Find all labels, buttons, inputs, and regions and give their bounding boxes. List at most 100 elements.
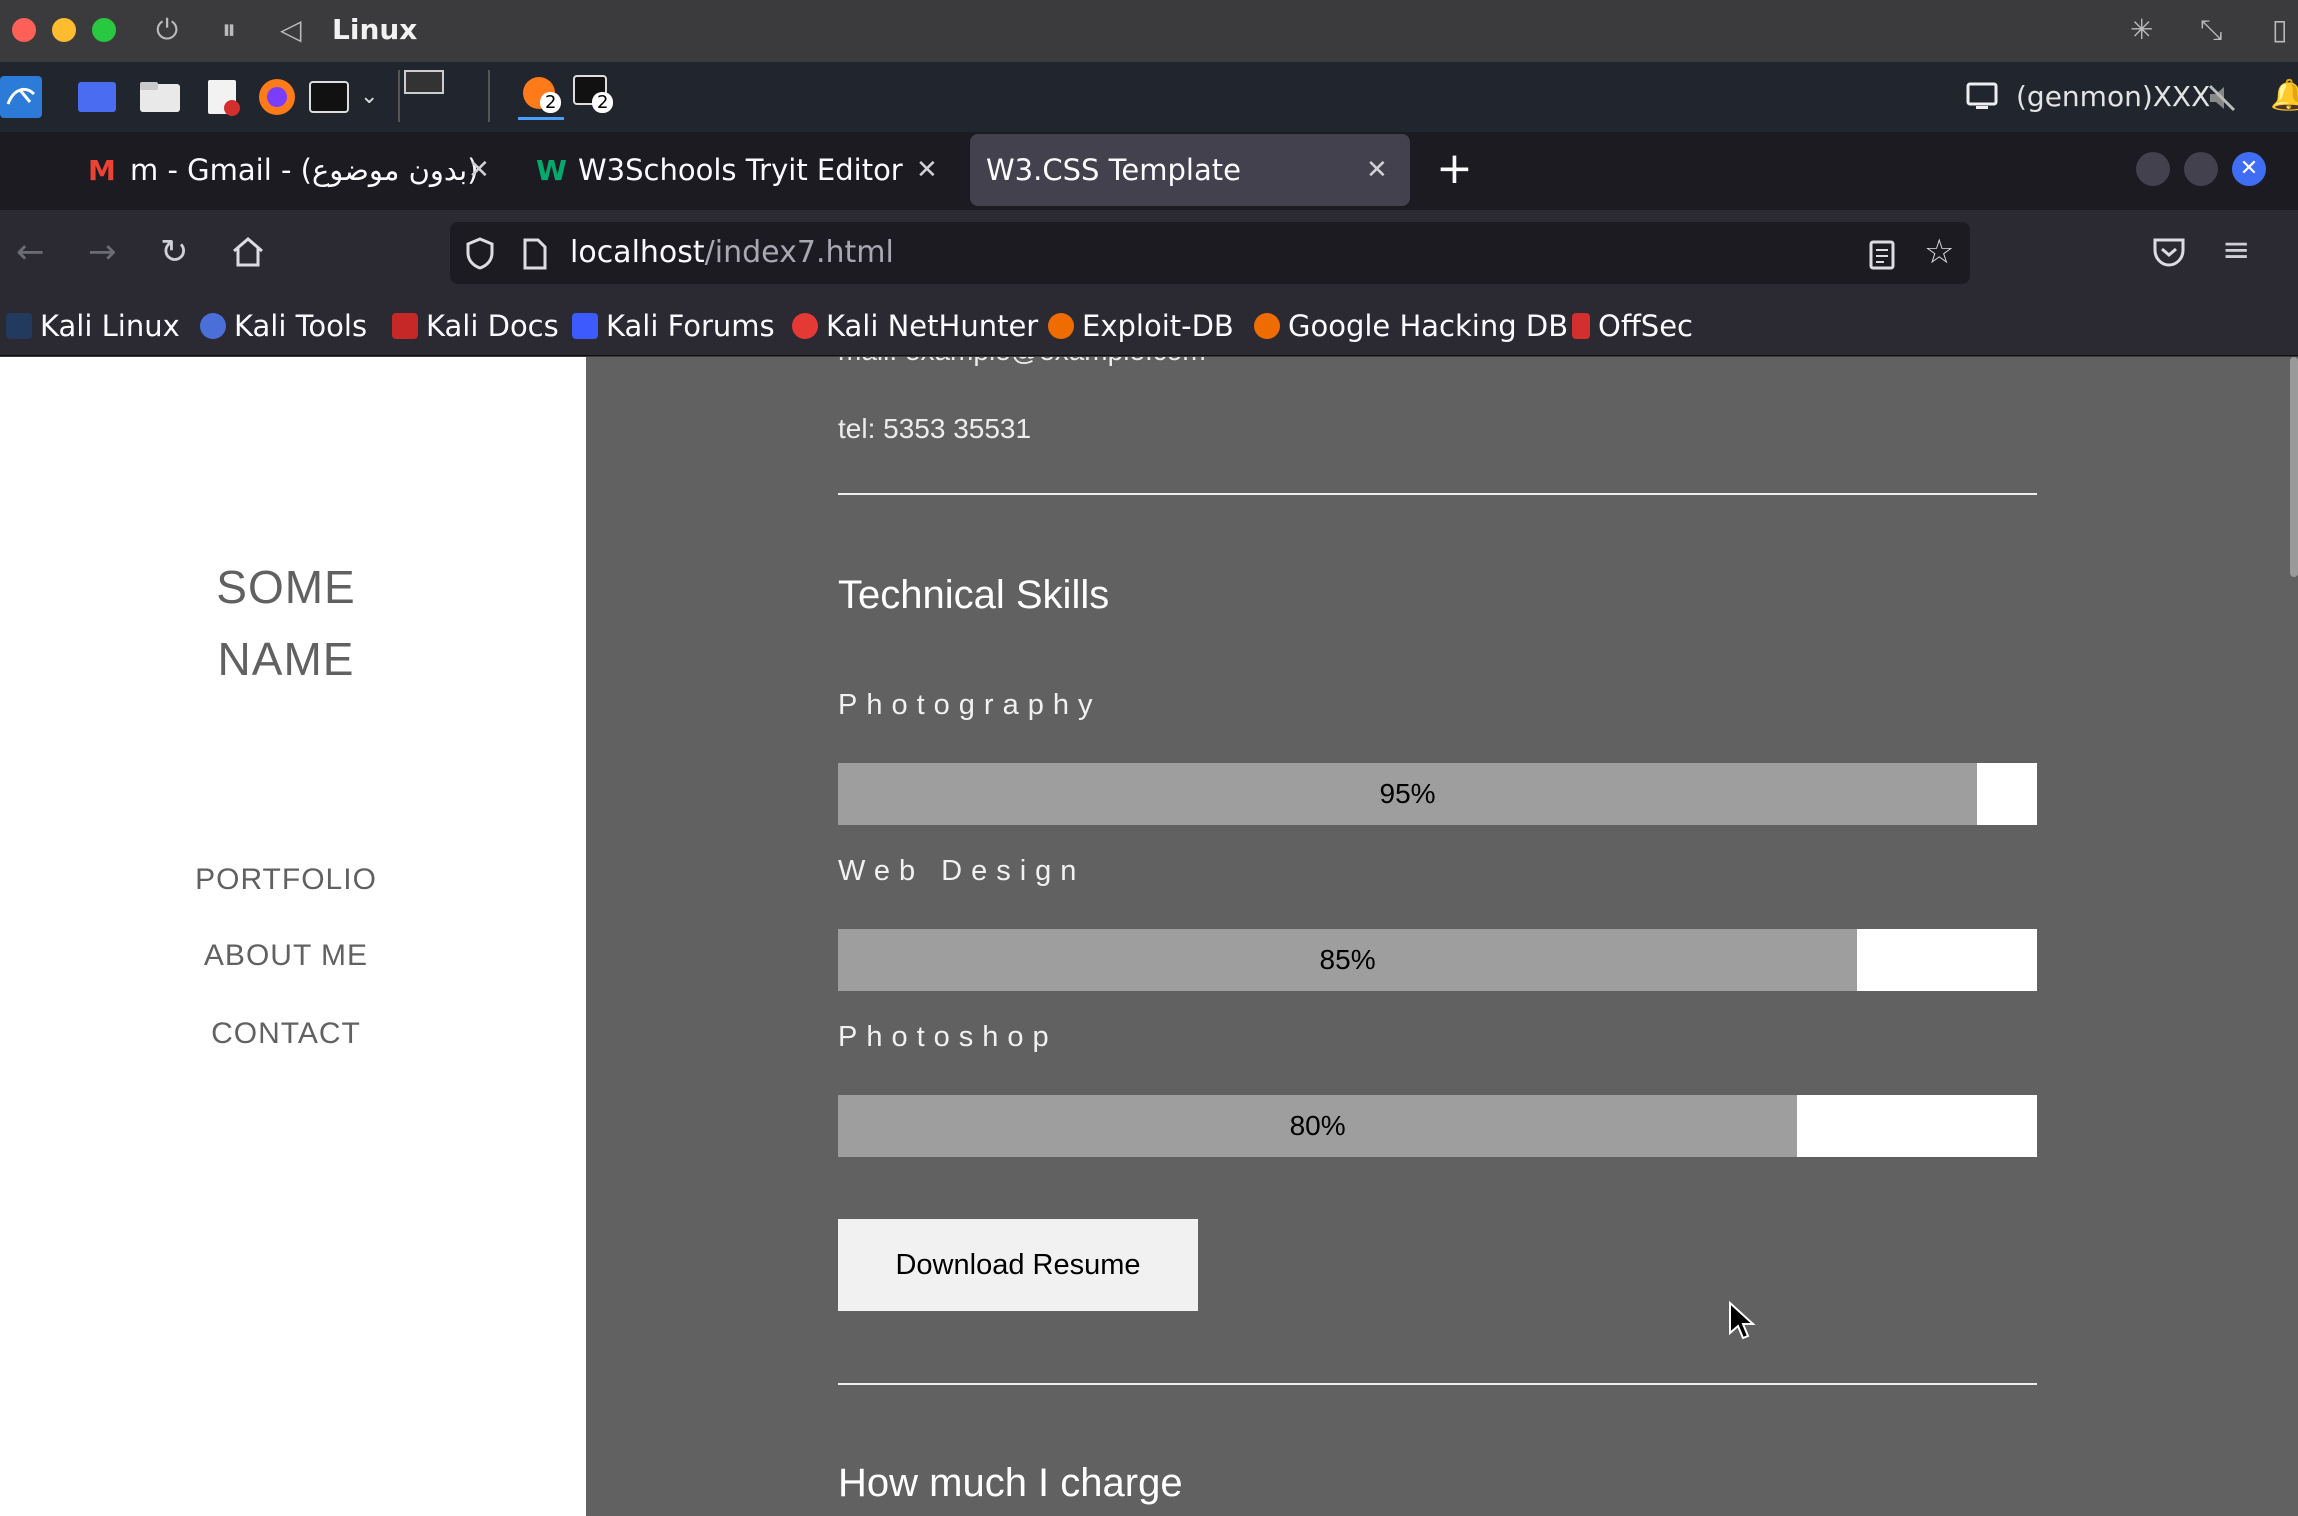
reload-icon[interactable]: ↻ [160,230,189,274]
monitor-icon [1966,82,1998,109]
bookmarks-toolbar: Kali Linux Kali Tools Kali Docs Kali For… [0,296,2298,356]
muted-speaker-icon[interactable] [2206,82,2238,114]
contact-tel: tel: 5353 35531 [838,413,1032,444]
bookmark-exploit-db[interactable]: Exploit-DB [1048,296,1234,356]
skill-label-photography: Photography [838,689,1102,721]
tab-w3css-template[interactable]: W3.CSS Template ✕ [970,134,1410,206]
bookmark-kali-tools[interactable]: Kali Tools [200,296,367,356]
skill-fill-photoshop: 80% [838,1095,1798,1157]
back-triangle-icon[interactable]: ◁ [280,12,302,48]
tab-gmail[interactable]: M m - Gmail - (بدون موضوع) ✕ [78,134,498,206]
bookmark-label: Google Hacking DB [1288,309,1569,343]
bookmark-kali-forums[interactable]: Kali Forums [572,296,775,356]
nav-link-about-me[interactable]: ABOUT ME [0,939,572,973]
window-count-badge: 2 [540,92,562,113]
bookmark-label: Kali NetHunter [826,309,1039,343]
taskbar-firefox[interactable]: 2 [518,72,564,120]
close-browser-button[interactable]: ✕ [2232,152,2266,186]
w3schools-icon: W [536,154,567,187]
site-name-line-2: NAME [217,633,355,685]
kali-dragon-icon [6,313,32,339]
nav-link-portfolio[interactable]: PORTFOLIO [0,863,572,897]
workspace-switcher[interactable] [398,70,490,122]
tab-label: W3Schools Tryit Editor [578,153,903,187]
back-arrow-icon[interactable]: ← [16,230,45,274]
skill-label-web-design: Web Design [838,855,1086,887]
bookmark-offsec[interactable]: OffSec [1572,296,1693,356]
url-host: localhost [570,235,705,270]
site-name: SOME NAME [0,551,572,695]
bookmark-label: OffSec [1598,309,1694,343]
mouse-cursor-icon [1729,1301,1756,1340]
kali-forums-icon [572,313,598,339]
download-resume-button[interactable]: Download Resume [838,1219,1198,1311]
pocket-icon[interactable] [2152,236,2186,268]
shield-icon[interactable] [464,236,496,270]
fullscreen-icon[interactable]: ⤡ [2200,12,2222,48]
bookmark-kali-docs[interactable]: Kali Docs [392,296,559,356]
minimize-window-button[interactable] [52,18,76,42]
taskbar-terminal[interactable]: 2 [572,72,618,120]
reader-view-icon[interactable] [1868,240,1896,270]
skill-label-photoshop: Photoshop [838,1021,1058,1053]
workspace-1[interactable] [404,70,444,94]
home-icon[interactable] [230,234,266,270]
bookmark-label: Kali Tools [234,309,368,343]
text-editor-icon[interactable] [202,76,244,118]
power-icon[interactable]: ⏻ [156,12,178,48]
hamburger-menu-icon[interactable]: ≡ [2222,228,2251,272]
bookmark-label: Kali Forums [606,309,775,343]
nav-link-contact[interactable]: CONTACT [0,1017,572,1051]
web-page: SOME NAME PORTFOLIO ABOUT ME CONTACT mai… [0,357,2298,1516]
minimize-browser-button[interactable] [2136,152,2170,186]
close-tab-icon[interactable]: ✕ [468,134,490,206]
file-manager-icon[interactable] [138,76,182,118]
technical-skills-heading: Technical Skills [838,573,1110,617]
page-scrollbar[interactable] [2290,357,2298,577]
bookmark-label: Exploit-DB [1082,309,1234,343]
kali-menu-icon[interactable] [0,76,42,118]
bookmark-star-icon[interactable]: ☆ [1924,232,1954,272]
skill-fill-photography: 95% [838,763,1978,825]
maximize-browser-button[interactable] [2184,152,2218,186]
bookmark-label: Kali Docs [426,309,559,343]
forward-arrow-icon[interactable]: → [88,230,117,274]
loading-spinner-icon: ✳ [2130,13,2154,46]
window-count-badge: 2 [592,92,614,113]
browser-tab-strip: M m - Gmail - (بدون موضوع) ✕ W W3Schools… [0,132,2298,210]
kali-docs-icon [392,313,418,339]
bookmark-kali-linux[interactable]: Kali Linux [6,296,180,356]
genmon-label: (genmon)XXX [2016,80,2211,113]
bookmark-kali-nethunter[interactable]: Kali NetHunter [792,296,1038,356]
browser-nav-bar: ← → ↻ localhost/index7.html ☆ ≡ [0,210,2298,296]
url-text[interactable]: localhost/index7.html [570,222,894,284]
show-desktop-icon[interactable] [76,76,118,118]
terminal-icon[interactable] [308,76,350,118]
skill-bar-web-design: 85% [838,929,2037,991]
device-icon[interactable]: ▯ [2272,12,2287,48]
chevron-down-icon[interactable]: ⌄ [360,84,378,109]
pause-icon[interactable]: ⏸ [222,12,236,48]
pricing-heading: How much I charge [838,1461,1183,1505]
new-tab-button[interactable]: + [1436,144,1473,194]
tab-label: W3.CSS Template [986,153,1241,187]
kali-tools-icon [200,313,226,339]
notification-bell-icon[interactable]: 🔔 [2270,78,2298,113]
close-tab-icon[interactable]: ✕ [1366,134,1388,206]
bookmark-label: Kali Linux [40,309,180,343]
divider [838,493,2037,495]
zoom-window-button[interactable] [92,18,116,42]
gmail-icon: M [88,154,116,187]
close-tab-icon[interactable]: ✕ [916,134,938,206]
close-window-button[interactable] [12,18,36,42]
firefox-icon[interactable] [256,76,298,118]
site-name-line-1: SOME [216,561,356,613]
url-path: /index7.html [704,235,894,270]
divider [838,1383,2037,1385]
skill-bar-photography: 95% [838,763,2037,825]
bookmark-google-hacking-db[interactable]: Google Hacking DB [1254,296,1568,356]
url-bar[interactable]: localhost/index7.html ☆ [450,222,1970,284]
tab-w3schools[interactable]: W W3Schools Tryit Editor ✕ [530,134,960,206]
desktop-panel: ⌄ 2 2 (genmon)XXX 🔔 [0,62,2298,132]
page-icon[interactable] [522,238,548,270]
